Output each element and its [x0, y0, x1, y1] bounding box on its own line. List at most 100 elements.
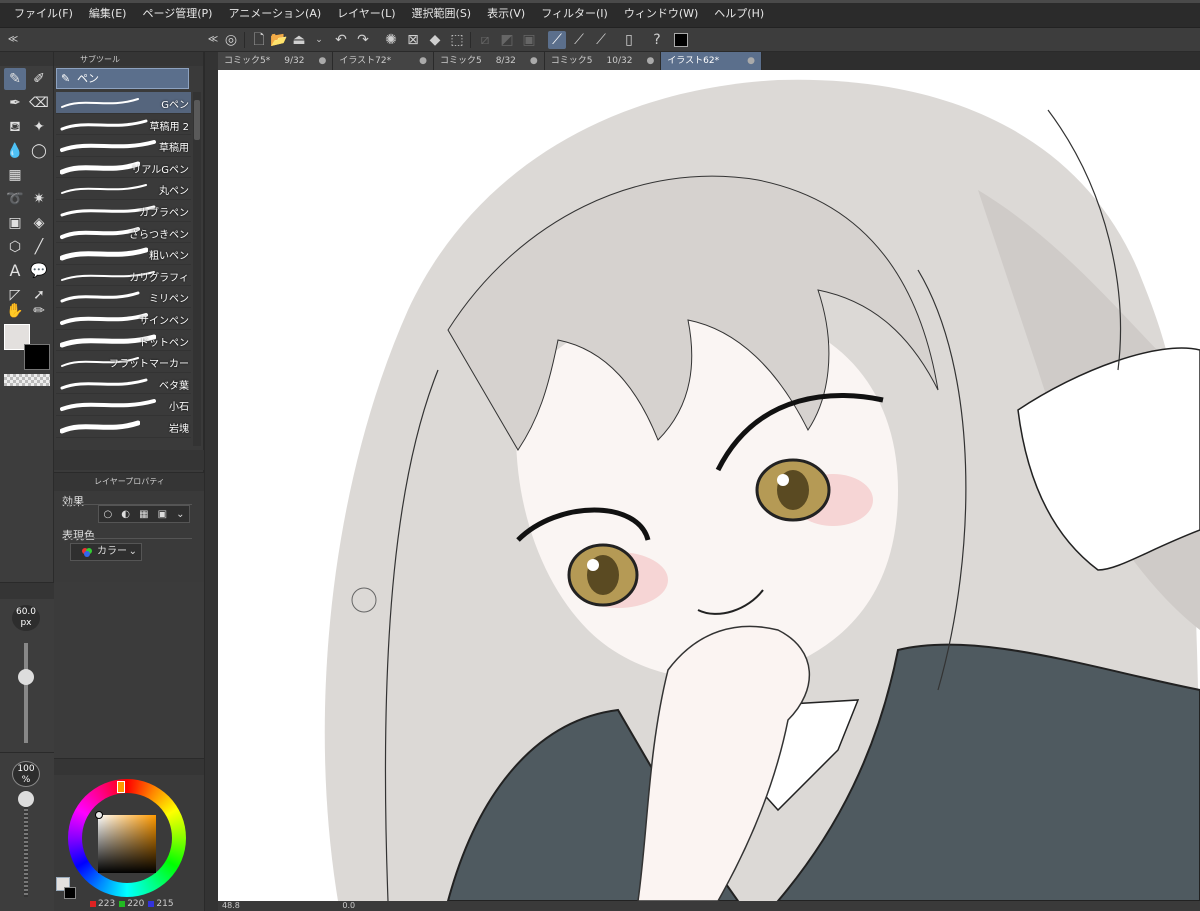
collapse-panel-icon[interactable]: ≪ — [204, 31, 222, 49]
invert-selection-icon[interactable]: ◩ — [498, 31, 516, 49]
brush-item[interactable]: 粗いペン — [56, 243, 191, 265]
pattern-effect-icon[interactable]: ▦ — [139, 509, 148, 520]
document-tab[interactable]: コミック5 10/32 ● — [544, 52, 662, 70]
expression-color-select[interactable]: カラー ⌄ — [70, 543, 142, 561]
menu-layer[interactable]: レイヤー(L) — [329, 0, 403, 28]
brush-size-slider-knob[interactable] — [18, 669, 34, 685]
undo-icon[interactable]: ↶ — [332, 31, 350, 49]
tab-pen-group[interactable]: ✎ ペン — [56, 68, 189, 89]
transform-icon[interactable]: ⬚ — [448, 31, 466, 49]
collapse-left-icon[interactable]: ≪ — [4, 31, 22, 49]
opacity-slider[interactable] — [24, 797, 28, 897]
saturation-value-square[interactable] — [98, 815, 156, 873]
hand-tool-icon[interactable]: ✋ — [4, 300, 26, 322]
tone-effect-icon[interactable]: ◐ — [121, 509, 130, 520]
hue-marker[interactable] — [117, 781, 125, 793]
redo-icon[interactable]: ↷ — [354, 31, 372, 49]
balloon-tool-icon[interactable]: 💬 — [28, 260, 50, 282]
help-icon[interactable]: ? — [648, 31, 666, 49]
auto-select-icon[interactable]: ✷ — [28, 188, 50, 210]
brush-item[interactable]: 岩塊 — [56, 415, 191, 438]
close-dot-icon[interactable]: ● — [530, 52, 538, 70]
chevron-down-icon[interactable]: ⌄ — [310, 31, 328, 49]
snap-grid-icon[interactable]: ⟋ — [592, 31, 610, 49]
document-tab[interactable]: コミック5 8/32 ● — [433, 52, 545, 70]
tab-layer-property[interactable]: レイヤープロパティ — [54, 473, 204, 491]
eyedropper-tool-icon[interactable]: ✏ — [28, 300, 50, 322]
lasso-tool-icon[interactable]: ➰ — [4, 188, 26, 210]
decoration-tool-icon[interactable]: ⛾ — [4, 116, 26, 138]
line-tool-icon[interactable]: ╱ — [28, 236, 50, 258]
opacity-slider-knob[interactable] — [18, 791, 34, 807]
brush-item[interactable]: Gペン — [56, 92, 191, 114]
brush-item[interactable]: サインペン — [56, 307, 191, 330]
color-swatch[interactable] — [674, 33, 688, 47]
effect-buttons[interactable]: ○ ◐ ▦ ▣ ⌄ — [98, 505, 190, 523]
eraser-tool-icon[interactable]: ⌫ — [28, 92, 50, 114]
clear-icon[interactable]: ⊠ — [404, 31, 422, 49]
layer-color-icon[interactable]: ▣ — [158, 509, 167, 520]
menu-file[interactable]: ファイル(F) — [6, 0, 81, 28]
brush-item[interactable]: カブラペン — [56, 199, 191, 222]
chevron-down-icon[interactable]: ⌄ — [176, 509, 184, 520]
brush-item[interactable]: リアルGペン — [56, 156, 191, 179]
app-logo-icon[interactable]: ◎ — [222, 31, 240, 49]
save-icon[interactable]: ⏏ — [290, 31, 308, 49]
hue-ring[interactable] — [68, 779, 186, 897]
zoom-value[interactable]: 48.8 — [222, 901, 240, 910]
menu-filter[interactable]: フィルター(I) — [533, 0, 616, 28]
pen-tool-icon[interactable]: ✎ — [4, 68, 26, 90]
close-dot-icon[interactable]: ● — [318, 52, 326, 70]
border-effect-icon[interactable]: ○ — [104, 509, 113, 520]
tab-subtool[interactable]: サブツール — [76, 54, 124, 65]
brush-list-scrollbar[interactable] — [193, 92, 201, 446]
pencil-tool-icon[interactable]: ✐ — [28, 68, 50, 90]
selection-border-icon[interactable]: ▣ — [520, 31, 538, 49]
close-dot-icon[interactable]: ● — [419, 52, 427, 70]
new-file-icon[interactable]: 🗋 — [250, 31, 268, 49]
sv-marker[interactable] — [95, 811, 103, 819]
rotation-value[interactable]: 0.0 — [342, 901, 355, 910]
brush-item[interactable]: ベタ葉 — [56, 372, 191, 395]
brush-item[interactable]: 草稿用 2 — [56, 113, 191, 136]
lasso-fill-icon[interactable]: ◯ — [28, 140, 50, 162]
document-tab[interactable]: イラスト62* ● — [661, 52, 762, 70]
document-tab[interactable]: イラスト72* ● — [333, 52, 434, 70]
loading-icon[interactable]: ✺ — [382, 31, 400, 49]
brush-item[interactable]: カリグラフィ — [56, 264, 191, 287]
deselect-icon[interactable]: ⧄ — [476, 31, 494, 49]
grid-tool-icon[interactable]: ▦ — [4, 164, 26, 186]
transparent-color-swatch[interactable] — [4, 374, 50, 386]
brush-item[interactable]: 草稿用 — [56, 135, 191, 157]
menu-page[interactable]: ページ管理(P) — [134, 0, 220, 28]
drawing-canvas[interactable] — [218, 70, 1200, 901]
gradient-tool-icon[interactable]: ▣ — [4, 212, 26, 234]
brush-item[interactable]: フラットマーカー — [56, 351, 191, 373]
snap-ruler-icon[interactable]: ⟋ — [548, 31, 566, 49]
menu-selection[interactable]: 選択範囲(S) — [404, 0, 480, 28]
menu-animation[interactable]: アニメーション(A) — [220, 0, 329, 28]
sub-color-swatch[interactable] — [24, 344, 50, 370]
close-dot-icon[interactable]: ● — [747, 52, 755, 70]
brush-item[interactable]: ミリペン — [56, 286, 191, 308]
brush-item[interactable]: 小石 — [56, 394, 191, 416]
brush-item[interactable]: 丸ペン — [56, 178, 191, 200]
open-folder-icon[interactable]: 📂 — [270, 31, 288, 49]
smartphone-icon[interactable]: ▯ — [620, 31, 638, 49]
brush-size-slider[interactable] — [24, 643, 28, 743]
fill-icon[interactable]: ◆ — [426, 31, 444, 49]
3d-tool-icon[interactable]: ⬡ — [4, 236, 26, 258]
menu-view[interactable]: 表示(V) — [479, 0, 533, 28]
sparkle-tool-icon[interactable]: ✦ — [28, 116, 50, 138]
close-dot-icon[interactable]: ● — [646, 52, 654, 70]
menu-window[interactable]: ウィンドウ(W) — [616, 0, 706, 28]
fill-tool-icon[interactable]: ◈ — [28, 212, 50, 234]
brush-tool-icon[interactable]: ✒ — [4, 92, 26, 114]
snap-special-ruler-icon[interactable]: ⟋ — [570, 31, 588, 49]
menu-help[interactable]: ヘルプ(H) — [706, 0, 772, 28]
menu-edit[interactable]: 編集(E) — [81, 0, 135, 28]
blend-tool-icon[interactable]: 💧 — [4, 140, 26, 162]
mini-sub-color[interactable] — [64, 887, 76, 899]
text-tool-icon[interactable]: A — [4, 260, 26, 282]
brush-item[interactable]: ドットペン — [56, 329, 191, 352]
